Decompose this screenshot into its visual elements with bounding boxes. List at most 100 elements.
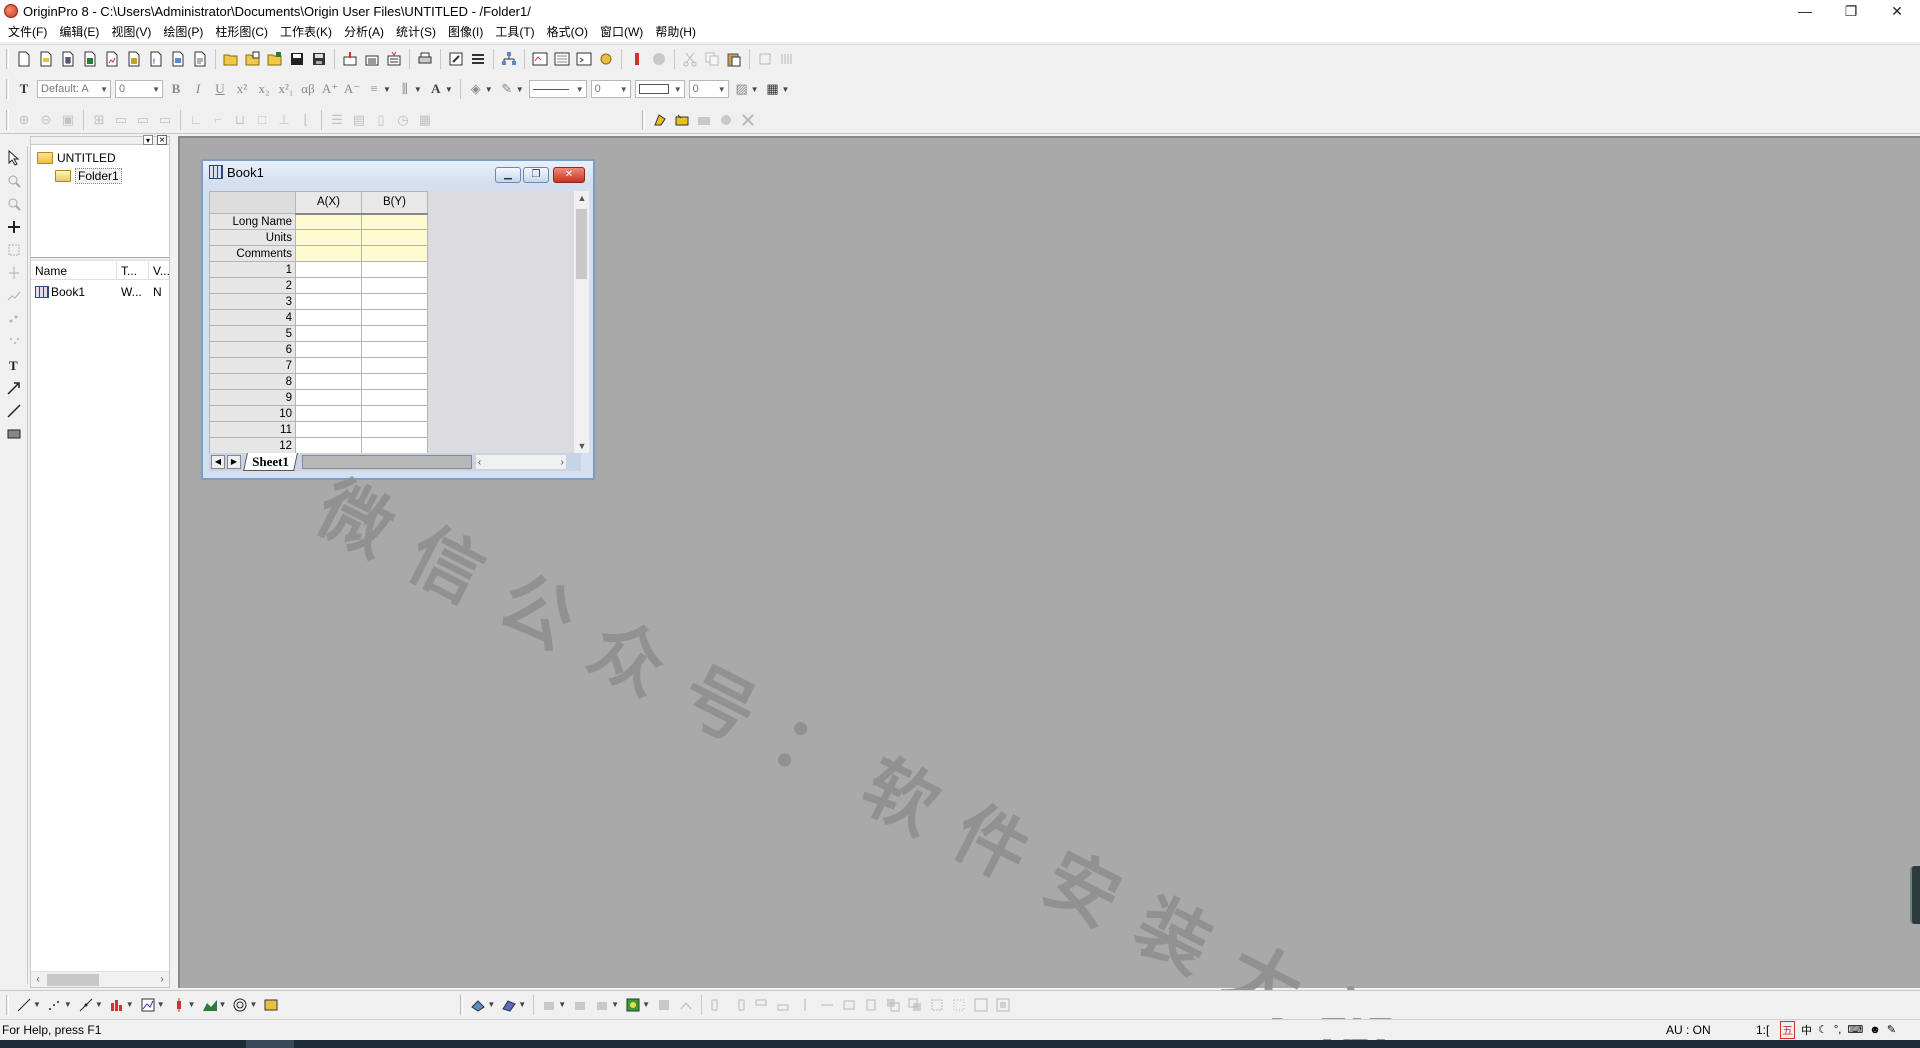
data-cell[interactable] (361, 421, 428, 438)
data-cell[interactable] (295, 373, 362, 390)
draw-data-icon[interactable] (3, 285, 25, 307)
data-cell[interactable] (295, 325, 362, 342)
new-folder-icon[interactable] (36, 49, 56, 69)
new-function-icon[interactable]: f (146, 49, 166, 69)
pointer-icon[interactable] (3, 147, 25, 169)
3d-bars-icon[interactable] (539, 995, 559, 1015)
greek-icon[interactable]: αβ (298, 79, 318, 99)
data-cell[interactable] (361, 405, 428, 422)
row-number[interactable]: 5 (209, 325, 296, 342)
data-cell[interactable] (361, 325, 428, 342)
mask-tool-icon[interactable] (650, 110, 670, 130)
import-ascii-icon[interactable] (340, 49, 360, 69)
menu-format[interactable]: 格式(O) (541, 22, 594, 42)
font-size-select[interactable]: 0 ▼ (115, 80, 163, 98)
line-tool-icon[interactable] (3, 400, 25, 422)
ime-mode-icon[interactable]: 五 (1780, 1020, 1795, 1039)
new-graph-icon[interactable] (102, 49, 122, 69)
script-window-icon[interactable] (552, 49, 572, 69)
fit-page-icon[interactable] (993, 995, 1013, 1015)
row-number[interactable]: 2 (209, 277, 296, 294)
row-number[interactable]: 9 (209, 389, 296, 406)
data-cell[interactable] (361, 277, 428, 294)
meta-cell[interactable] (361, 213, 428, 230)
data-cell[interactable] (295, 341, 362, 358)
increase-font-icon[interactable]: A⁺ (320, 79, 340, 99)
toolbar-grip[interactable] (6, 994, 9, 1015)
pattern-icon[interactable]: ▨ (732, 79, 752, 99)
ungroup-icon[interactable] (949, 995, 969, 1015)
table-icon[interactable]: ▦ (415, 110, 435, 130)
region-mask-icon[interactable] (3, 331, 25, 353)
row-number[interactable]: 12 (209, 437, 296, 453)
border-width-select[interactable]: 0 ▼ (688, 80, 729, 98)
3d-xyz-icon[interactable] (499, 995, 519, 1015)
new-workbook-icon[interactable] (58, 49, 78, 69)
zoom-out-icon[interactable]: ⊖ (36, 110, 56, 130)
column-header-b[interactable]: B(Y) (361, 191, 428, 215)
timestamp-icon[interactable]: ◷ (393, 110, 413, 130)
data-cell[interactable] (361, 357, 428, 374)
data-cell[interactable] (361, 389, 428, 406)
axis-l-icon[interactable]: ∟ (186, 110, 206, 130)
screen-reader-icon[interactable] (3, 216, 25, 238)
data-cell[interactable] (295, 277, 362, 294)
3d-walls-icon[interactable] (570, 995, 590, 1015)
underline-icon[interactable]: U (210, 79, 230, 99)
meta-cell[interactable] (295, 245, 362, 262)
workbook-close-button[interactable]: ✕ (553, 167, 585, 183)
data-cell[interactable] (361, 293, 428, 310)
border-icon[interactable]: ▦ (763, 79, 783, 99)
data-cell[interactable] (295, 357, 362, 374)
row-number[interactable]: 4 (209, 309, 296, 326)
pin-icon[interactable]: ▾ (143, 135, 153, 145)
line-width-select[interactable]: 0 ▼ (590, 80, 631, 98)
user-icon[interactable]: ☻ (1869, 1024, 1881, 1036)
cut-icon[interactable] (680, 49, 700, 69)
template-library-icon[interactable] (261, 995, 281, 1015)
data-cell[interactable] (295, 261, 362, 278)
workbook-maximize-button[interactable]: ❐ (523, 167, 549, 183)
data-cell[interactable] (295, 293, 362, 310)
menu-analysis[interactable]: 分析(A) (338, 22, 390, 42)
toolbar-grip[interactable] (6, 48, 9, 69)
row-number[interactable]: 7 (209, 357, 296, 374)
row-number[interactable]: 6 (209, 341, 296, 358)
new-notes-icon[interactable] (190, 49, 210, 69)
moon-icon[interactable]: ☾ (1818, 1023, 1828, 1036)
font-select[interactable]: Default: A ▼ (37, 80, 111, 98)
row-label[interactable]: Comments (209, 245, 296, 262)
arrange-layers-icon[interactable] (777, 49, 797, 69)
import-wizard-icon[interactable] (384, 49, 404, 69)
data-cell[interactable] (361, 261, 428, 278)
list-item[interactable]: Book1 W... N (31, 283, 169, 301)
close-button[interactable]: ✕ (1874, 0, 1920, 22)
workbook-window[interactable]: Book1 ▁ ❐ ✕ A(X) B(Y) Long Name Units Co… (201, 159, 595, 480)
align-left-icon[interactable]: ≡ (364, 79, 384, 99)
menu-image[interactable]: 图像(I) (442, 22, 489, 42)
tab-next-icon[interactable]: ▶ (227, 455, 241, 469)
scroll-up-icon[interactable]: ▲ (574, 193, 590, 203)
align-center-h-icon[interactable] (795, 995, 815, 1015)
data-cell[interactable] (361, 373, 428, 390)
keyboard-icon[interactable]: ⌨ (1847, 1023, 1863, 1036)
tab-scroll-track[interactable] (301, 455, 472, 469)
duplicate-icon[interactable] (468, 49, 488, 69)
meta-cell[interactable] (295, 229, 362, 246)
align-right-icon[interactable] (729, 995, 749, 1015)
rescale-icon[interactable]: ⊞ (89, 110, 109, 130)
align-bottom-icon[interactable] (773, 995, 793, 1015)
meta-cell[interactable] (295, 213, 362, 230)
print-icon[interactable] (415, 49, 435, 69)
data-cell[interactable] (361, 437, 428, 453)
command-window-icon[interactable] (574, 49, 594, 69)
scroll-right-icon[interactable]: › (561, 457, 564, 468)
meta-cell[interactable] (361, 229, 428, 246)
line-plot-icon[interactable] (14, 995, 34, 1015)
toolbar-grip[interactable] (642, 109, 645, 130)
open-template-icon[interactable] (243, 49, 263, 69)
axis-box-icon[interactable]: ⌐ (208, 110, 228, 130)
scroll-down-icon[interactable]: ▼ (574, 441, 590, 451)
data-cell[interactable] (295, 389, 362, 406)
row-number[interactable]: 3 (209, 293, 296, 310)
